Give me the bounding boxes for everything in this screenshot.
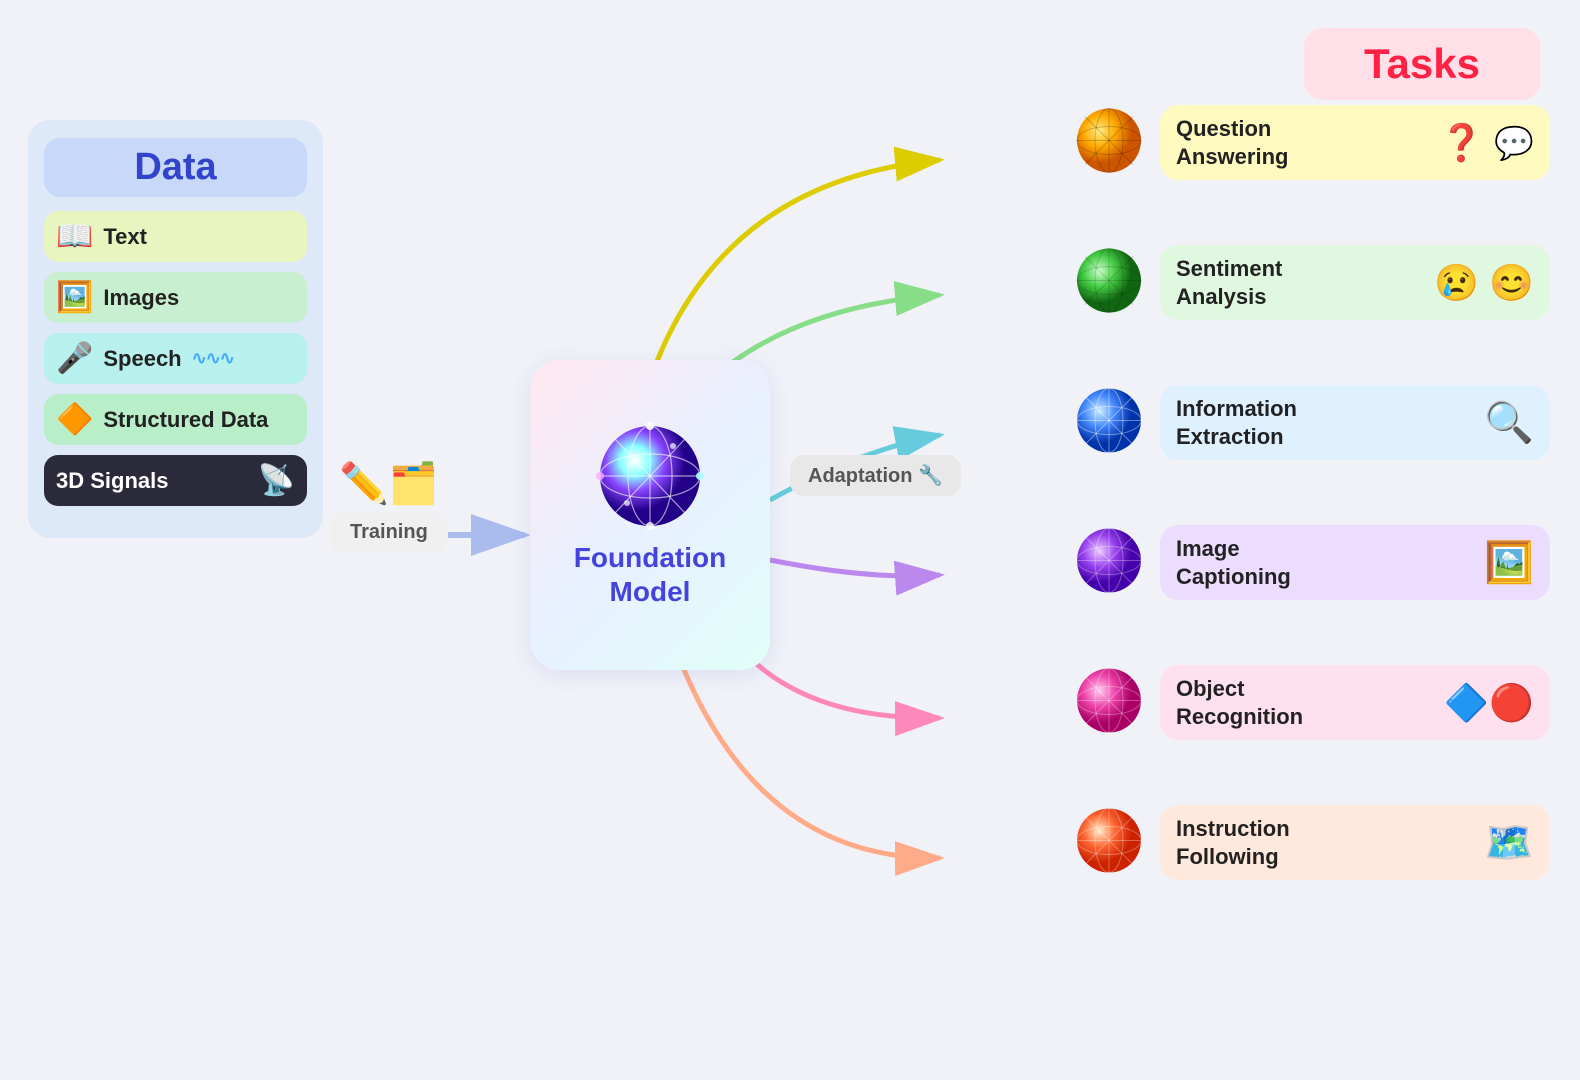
foundation-model-box: FoundationModel xyxy=(530,360,770,670)
sphere-or xyxy=(1075,666,1143,734)
training-icon: ✏️🗂️ xyxy=(339,460,439,507)
sad-face-icon: 😢 xyxy=(1434,262,1479,304)
sphere-ic xyxy=(1075,526,1143,594)
image-icon: 🖼️ xyxy=(56,280,93,315)
data-title: Data xyxy=(134,146,216,188)
sphere-qa xyxy=(1075,106,1143,174)
sphere-sa xyxy=(1075,246,1143,314)
data-panel: Data 📖 Text 🖼️ Images 🎤 Speech ∿∿∿ 🔶 Str… xyxy=(28,120,323,538)
training-label: Training xyxy=(330,513,448,552)
sa-label: SentimentAnalysis xyxy=(1176,255,1424,310)
wave-icon: ∿∿∿ xyxy=(192,348,234,369)
text-label: Text xyxy=(103,224,147,250)
or-label: ObjectRecognition xyxy=(1176,675,1434,730)
adaptation-box: Adaptation 🔧 xyxy=(790,455,961,496)
data-item-structured: 🔶 Structured Data xyxy=(44,394,307,445)
data-item-speech: 🎤 Speech ∿∿∿ xyxy=(44,333,307,384)
signals-label: 3D Signals xyxy=(56,468,248,494)
training-box: ✏️🗂️ Training xyxy=(330,460,448,552)
map-icon: 🗺️ xyxy=(1484,819,1534,866)
data-item-images: 🖼️ Images xyxy=(44,272,307,323)
ie-label: InformationExtraction xyxy=(1176,395,1474,450)
struct-label: Structured Data xyxy=(103,407,268,433)
sphere-if xyxy=(1075,806,1143,874)
router-icon: 📡 xyxy=(258,463,295,498)
speech-icon: 🎤 xyxy=(56,341,93,376)
speech-label: Speech xyxy=(103,346,181,372)
tasks-title-box: Tasks xyxy=(1304,28,1540,100)
book-icon: 📖 xyxy=(56,219,93,254)
if-label: InstructionFollowing xyxy=(1176,815,1474,870)
data-item-text: 📖 Text xyxy=(44,211,307,262)
data-item-3dsignals: 3D Signals 📡 xyxy=(44,455,307,506)
task-card-ic: ImageCaptioning 🖼️ xyxy=(1160,525,1550,600)
happy-face-icon: 😊 xyxy=(1489,262,1534,304)
data-header: Data xyxy=(44,138,307,197)
image-caption-icon: 🖼️ xyxy=(1484,539,1534,586)
task-card-qa: QuestionAnswering ❓ 💬 xyxy=(1160,105,1550,180)
ic-label: ImageCaptioning xyxy=(1176,535,1474,590)
task-card-if: InstructionFollowing 🗺️ xyxy=(1160,805,1550,880)
struct-icon: 🔶 xyxy=(56,402,93,437)
qa-icon: ❓ xyxy=(1439,122,1484,164)
qa-chat-icon: 💬 xyxy=(1494,124,1534,162)
task-card-sa: SentimentAnalysis 😢 😊 xyxy=(1160,245,1550,320)
sphere-ie xyxy=(1075,386,1143,454)
images-label: Images xyxy=(103,285,179,311)
fm-sphere xyxy=(595,421,705,531)
fm-title: FoundationModel xyxy=(574,541,726,608)
adaptation-label: Adaptation xyxy=(808,465,912,487)
qa-label: QuestionAnswering xyxy=(1176,115,1429,170)
magnifier-icon: 🔍 xyxy=(1484,399,1534,446)
task-card-or: ObjectRecognition 🔷🔴 xyxy=(1160,665,1550,740)
adaptation-icon: 🔧 xyxy=(918,465,943,487)
task-card-ie: InformationExtraction 🔍 xyxy=(1160,385,1550,460)
tasks-title: Tasks xyxy=(1364,40,1480,87)
shapes-icon: 🔷🔴 xyxy=(1444,682,1534,724)
